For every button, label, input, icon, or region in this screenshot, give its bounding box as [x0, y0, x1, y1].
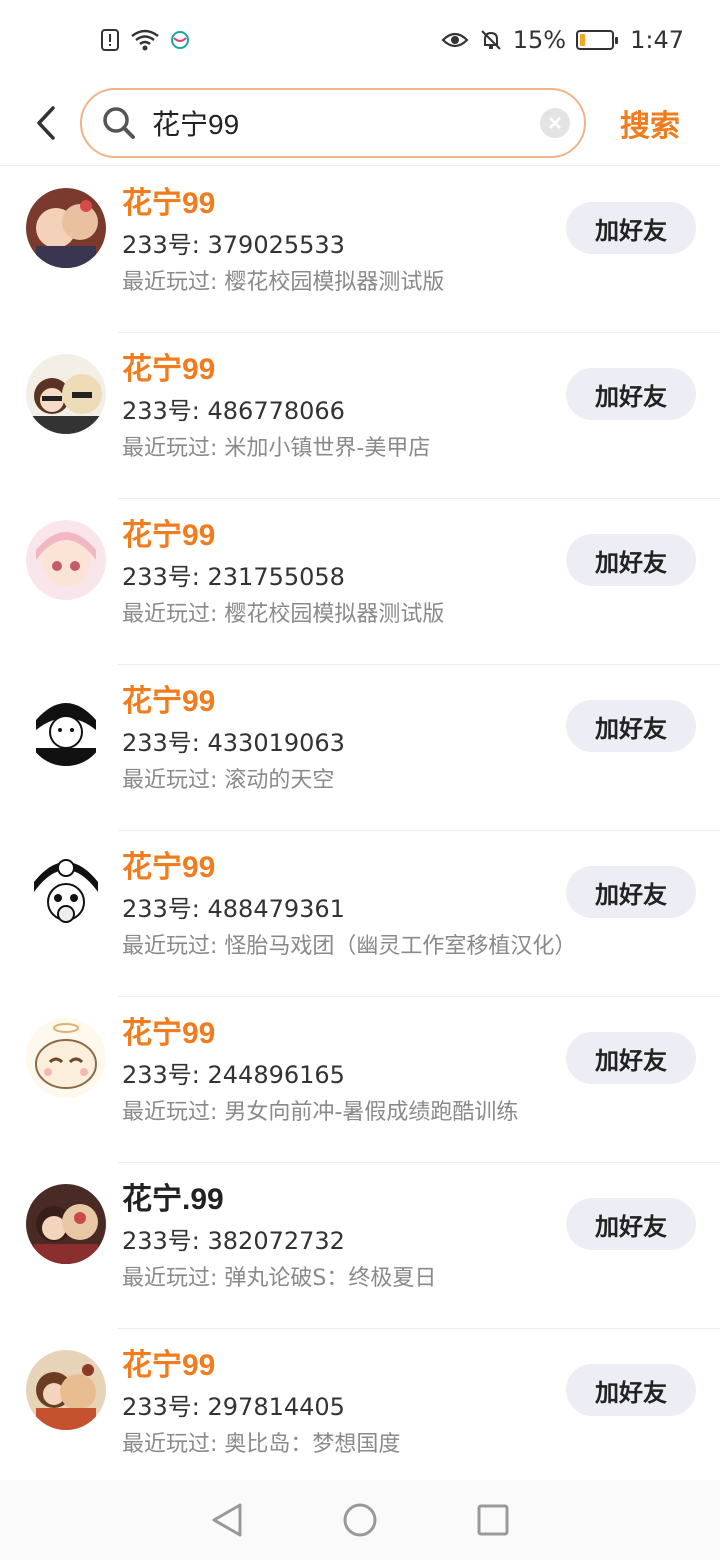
clear-button[interactable] — [540, 107, 570, 138]
search-input[interactable]: 花宁99 — [80, 87, 586, 158]
recent-played: 最近玩过: 米加小镇世界-美甲店 — [122, 436, 431, 461]
user-name: 花宁99 — [122, 187, 216, 220]
add-friend-button[interactable]: 加好友 — [566, 1198, 696, 1250]
add-friend-button[interactable]: 加好友 — [566, 1032, 696, 1084]
recent-played: 最近玩过: 男女向前冲-暑假成绩跑酷训练 — [122, 1100, 519, 1125]
search-icon — [103, 106, 135, 139]
avatar[interactable] — [26, 1350, 106, 1430]
result-row[interactable]: 花宁99 233号: 433019063 最近玩过: 滚动的天空 加好友 — [0, 664, 720, 830]
user-name: 花宁99 — [122, 353, 216, 386]
avatar[interactable] — [26, 354, 106, 434]
user-id: 233号: 382072732 — [122, 1227, 345, 1255]
home-circle-icon — [343, 1503, 377, 1537]
back-triangle-icon — [212, 1503, 242, 1537]
avatar[interactable] — [26, 852, 106, 932]
result-info: 花宁99 233号: 244896165 最近玩过: 男女向前冲-暑假成绩跑酷训… — [122, 1014, 570, 1128]
system-nav-bar — [0, 1480, 720, 1560]
chevron-left-icon — [37, 105, 55, 140]
add-friend-button[interactable]: 加好友 — [566, 1364, 696, 1416]
user-name: 花宁99 — [122, 685, 216, 718]
battery-icon — [576, 30, 619, 50]
status-right: 15% 1:47 — [441, 26, 684, 54]
close-icon — [549, 116, 561, 129]
avatar[interactable] — [26, 188, 106, 268]
clock: 1:47 — [630, 26, 684, 54]
back-button[interactable] — [10, 80, 80, 166]
recent-played: 最近玩过: 弹丸论破S：终极夏日 — [122, 1266, 437, 1291]
eye-icon — [441, 30, 469, 50]
add-friend-button[interactable]: 加好友 — [566, 368, 696, 420]
avatar[interactable] — [26, 520, 106, 600]
bell-off-icon — [479, 28, 503, 52]
battery-percent: 15% — [512, 26, 567, 54]
result-info: 花宁99 233号: 297814405 最近玩过: 奥比岛：梦想国度 — [122, 1346, 570, 1460]
user-name: 花宁99 — [122, 1017, 216, 1050]
user-id: 233号: 231755058 — [122, 563, 345, 591]
recent-played: 最近玩过: 奥比岛：梦想国度 — [122, 1432, 401, 1457]
result-row[interactable]: 花宁99 233号: 486778066 最近玩过: 米加小镇世界-美甲店 加好… — [0, 332, 720, 498]
result-info: 花宁99 233号: 488479361 最近玩过: 怪胎马戏团（幽灵工作室移植… — [122, 848, 577, 962]
user-id: 233号: 488479361 — [122, 895, 345, 923]
user-id: 233号: 244896165 — [122, 1061, 345, 1089]
result-row[interactable]: 花宁.99 233号: 382072732 最近玩过: 弹丸论破S：终极夏日 加… — [0, 1162, 720, 1328]
avatar[interactable] — [26, 1018, 106, 1098]
result-row[interactable]: 花宁99 233号: 488479361 最近玩过: 怪胎马戏团（幽灵工作室移植… — [0, 830, 720, 996]
status-bar: 15% 1:47 — [0, 0, 720, 80]
avatar[interactable] — [26, 686, 106, 766]
user-id: 233号: 486778066 — [122, 397, 345, 425]
network-logo-icon — [170, 30, 190, 50]
result-row[interactable]: 花宁99 233号: 231755058 最近玩过: 樱花校园模拟器测试版 加好… — [0, 498, 720, 664]
result-info: 花宁99 233号: 231755058 最近玩过: 樱花校园模拟器测试版 — [122, 516, 570, 630]
wifi-icon — [130, 28, 160, 52]
add-friend-button[interactable]: 加好友 — [566, 202, 696, 254]
user-name: 花宁99 — [122, 851, 216, 884]
nav-recents-button[interactable] — [468, 1495, 518, 1545]
user-name: 花宁.99 — [122, 1183, 224, 1216]
battery-level — [580, 34, 586, 46]
result-info: 花宁99 233号: 379025533 最近玩过: 樱花校园模拟器测试版 — [122, 184, 570, 298]
alert-icon — [100, 28, 120, 52]
result-row[interactable]: 花宁99 233号: 297814405 最近玩过: 奥比岛：梦想国度 加好友 — [0, 1328, 720, 1494]
result-info: 花宁99 233号: 486778066 最近玩过: 米加小镇世界-美甲店 — [122, 350, 570, 464]
user-name: 花宁99 — [122, 519, 216, 552]
search-query: 花宁99 — [152, 108, 240, 140]
nav-home-button[interactable] — [335, 1495, 385, 1545]
recent-played: 最近玩过: 樱花校园模拟器测试版 — [122, 602, 445, 627]
result-row[interactable]: 花宁99 233号: 244896165 最近玩过: 男女向前冲-暑假成绩跑酷训… — [0, 996, 720, 1162]
result-info: 花宁.99 233号: 382072732 最近玩过: 弹丸论破S：终极夏日 — [122, 1180, 570, 1294]
user-id: 233号: 297814405 — [122, 1393, 345, 1421]
add-friend-button[interactable]: 加好友 — [566, 700, 696, 752]
recents-square-icon — [477, 1504, 509, 1536]
user-id: 233号: 379025533 — [122, 231, 345, 259]
search-header: 花宁99 搜索 — [0, 80, 720, 166]
recent-played: 最近玩过: 怪胎马戏团（幽灵工作室移植汉化） — [122, 934, 577, 959]
recent-played: 最近玩过: 滚动的天空 — [122, 768, 335, 793]
add-friend-button[interactable]: 加好友 — [566, 866, 696, 918]
result-info: 花宁99 233号: 433019063 最近玩过: 滚动的天空 — [122, 682, 570, 796]
avatar[interactable] — [26, 1184, 106, 1264]
user-id: 233号: 433019063 — [122, 729, 345, 757]
add-friend-button[interactable]: 加好友 — [566, 534, 696, 586]
results-list: 花宁99 233号: 379025533 最近玩过: 樱花校园模拟器测试版 加好… — [0, 166, 720, 1494]
nav-back-button[interactable] — [202, 1495, 252, 1545]
recent-played: 最近玩过: 樱花校园模拟器测试版 — [122, 270, 445, 295]
status-left — [100, 28, 190, 52]
user-name: 花宁99 — [122, 1349, 216, 1382]
result-row[interactable]: 花宁99 233号: 379025533 最近玩过: 樱花校园模拟器测试版 加好… — [0, 166, 720, 332]
search-button[interactable]: 搜索 — [620, 101, 680, 145]
